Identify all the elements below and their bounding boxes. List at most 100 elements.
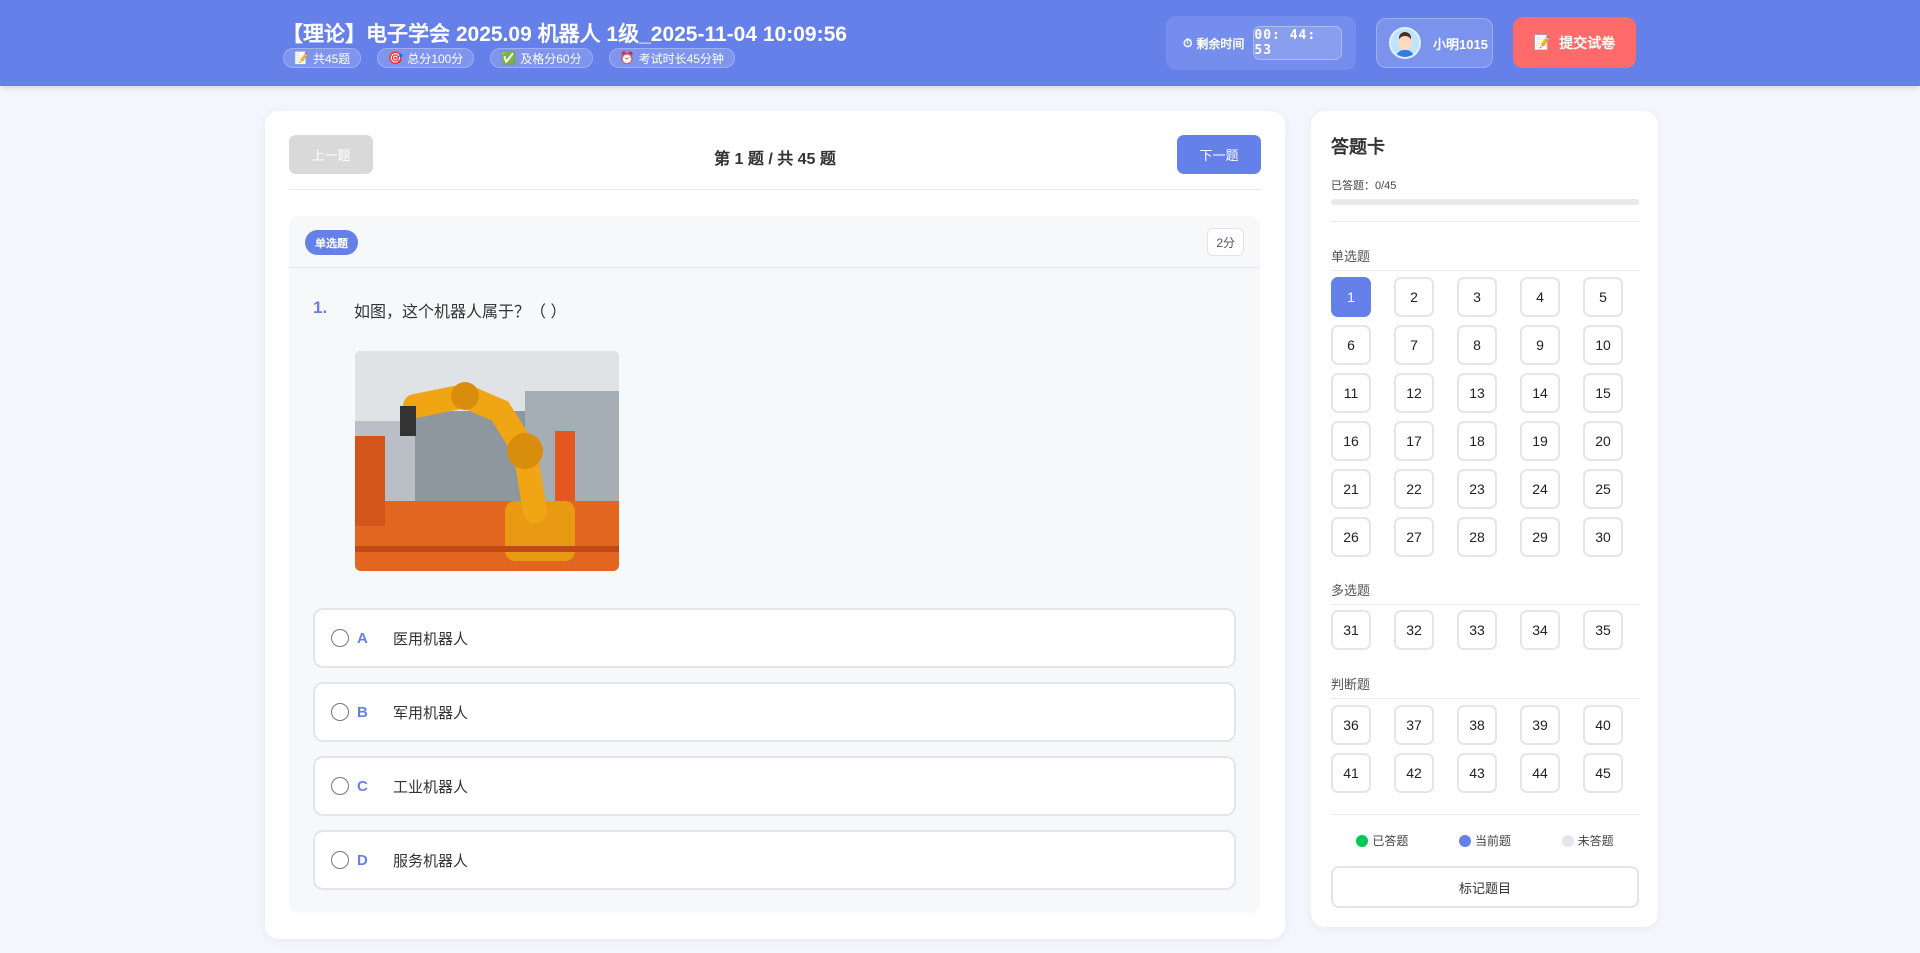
target-icon: 🎯 — [388, 51, 404, 65]
question-nav-22[interactable]: 22 — [1394, 469, 1434, 509]
option-d[interactable]: D 服务机器人 — [313, 830, 1236, 890]
option-c[interactable]: C 工业机器人 — [313, 756, 1236, 816]
divider — [1331, 814, 1639, 815]
legend-item: 已答题 — [1356, 832, 1408, 849]
check-icon: ✅ — [501, 51, 517, 65]
question-nav-45[interactable]: 45 — [1583, 753, 1623, 793]
progress-bar — [1331, 199, 1639, 205]
legend: 已答题 当前题 未答题 — [1331, 832, 1639, 849]
question-nav-42[interactable]: 42 — [1394, 753, 1434, 793]
question-nav-4[interactable]: 4 — [1520, 277, 1560, 317]
question-nav-3[interactable]: 3 — [1457, 277, 1497, 317]
question-nav-6[interactable]: 6 — [1331, 325, 1371, 365]
question-nav-19[interactable]: 19 — [1520, 421, 1560, 461]
section-multi-choice: 多选题 — [1331, 580, 1639, 605]
question-nav-1[interactable]: 1 — [1331, 277, 1371, 317]
submit-exam-button[interactable]: 📝 提交试卷 — [1513, 17, 1636, 68]
question-nav-14[interactable]: 14 — [1520, 373, 1560, 413]
question-nav-38[interactable]: 38 — [1457, 705, 1497, 745]
radio-d[interactable] — [331, 851, 349, 869]
question-nav-20[interactable]: 20 — [1583, 421, 1623, 461]
stopwatch-icon: ⏱ — [1183, 35, 1193, 50]
legend-dot-icon — [1356, 835, 1369, 847]
question-nav-13[interactable]: 13 — [1457, 373, 1497, 413]
tag-question-count: 📝 共45题 — [283, 48, 362, 68]
question-type-badge: 单选题 — [305, 230, 358, 255]
question-nav-28[interactable]: 28 — [1457, 517, 1497, 557]
question-text: 如图，这个机器人属于？（ ） — [354, 304, 567, 321]
question-card: 上一题 第 1 题 / 共 45 题 下一题 单选题 2分 1. 如图，这个机器… — [265, 111, 1285, 939]
question-nav-36[interactable]: 36 — [1331, 705, 1371, 745]
timer: ⏱ 剩余时间 00: 44: 53 — [1166, 16, 1356, 70]
exam-title: 【理论】电子学会 2025.09 机器人 1级_2025-11-04 10:09… — [282, 23, 847, 46]
question-nav-44[interactable]: 44 — [1520, 753, 1560, 793]
user-name: 小明1015 — [1433, 36, 1488, 52]
question-panel: 单选题 2分 1. 如图，这个机器人属于？（ ） A 医用机器人 B 军用机器人… — [289, 216, 1260, 913]
avatar — [1389, 27, 1421, 59]
divider — [1331, 221, 1639, 222]
mark-question-button[interactable]: 标记题目 — [1331, 866, 1639, 908]
question-nav-15[interactable]: 15 — [1583, 373, 1623, 413]
tag-pass-score: ✅ 及格分60分 — [490, 48, 593, 68]
grid-single-choice: 1 2 3 4 5 6 7 8 9 10 11 12 13 14 15 16 17 18 19 20 21 22 23 24 2… — [1331, 277, 1623, 557]
question-nav-2[interactable]: 2 — [1394, 277, 1434, 317]
radio-b[interactable] — [331, 703, 349, 721]
question-nav-43[interactable]: 43 — [1457, 753, 1497, 793]
progress-text: 已答题：0/45 — [1331, 180, 1397, 192]
answer-card: 答题卡 已答题：0/45 单选题 1 2 3 4 5 6 7 8 9 10 11 12 13 14 15 16… — [1311, 111, 1658, 927]
radio-c[interactable] — [331, 777, 349, 795]
user-info[interactable]: 小明1015 — [1376, 18, 1493, 68]
question-nav-10[interactable]: 10 — [1583, 325, 1623, 365]
question-nav-34[interactable]: 34 — [1520, 610, 1560, 650]
question-nav-21[interactable]: 21 — [1331, 469, 1371, 509]
legend-dot-icon — [1458, 835, 1471, 847]
question-nav-37[interactable]: 37 — [1394, 705, 1434, 745]
question-nav-39[interactable]: 39 — [1520, 705, 1560, 745]
question-nav-25[interactable]: 25 — [1583, 469, 1623, 509]
question-nav-17[interactable]: 17 — [1394, 421, 1434, 461]
question-nav-7[interactable]: 7 — [1394, 325, 1434, 365]
divider — [289, 189, 1261, 190]
legend-label: 已答题 — [1372, 834, 1409, 848]
radio-a[interactable] — [331, 629, 349, 647]
question-nav-26[interactable]: 26 — [1331, 517, 1371, 557]
question-nav-18[interactable]: 18 — [1457, 421, 1497, 461]
section-true-false: 判断题 — [1331, 674, 1639, 699]
question-nav-11[interactable]: 11 — [1331, 373, 1371, 413]
question-number: 1. — [313, 298, 328, 317]
question-nav-33[interactable]: 33 — [1457, 610, 1497, 650]
memo-icon: 📝 — [294, 51, 309, 65]
tag-duration: ⏰ 考试时长45分钟 — [608, 48, 735, 68]
legend-item: 当前题 — [1458, 832, 1511, 849]
memo-icon: 📝 — [1533, 34, 1552, 50]
question-nav-9[interactable]: 9 — [1520, 325, 1560, 365]
question-nav-8[interactable]: 8 — [1457, 325, 1497, 365]
question-nav-35[interactable]: 35 — [1583, 610, 1623, 650]
option-b[interactable]: B 军用机器人 — [313, 682, 1236, 742]
question-nav-41[interactable]: 41 — [1331, 753, 1371, 793]
robot-arm-image — [355, 351, 619, 571]
timer-label: 剩余时间 — [1196, 36, 1245, 51]
question-counter: 第 1 题 / 共 45 题 — [714, 151, 836, 168]
question-nav-5[interactable]: 5 — [1583, 277, 1623, 317]
legend-label: 未答题 — [1577, 834, 1614, 848]
question-nav-30[interactable]: 30 — [1583, 517, 1623, 557]
question-nav-40[interactable]: 40 — [1583, 705, 1623, 745]
question-nav-12[interactable]: 12 — [1394, 373, 1434, 413]
next-question-button[interactable]: 下一题 — [1177, 135, 1261, 174]
section-single-choice: 单选题 — [1331, 246, 1639, 271]
legend-dot-icon — [1561, 835, 1574, 847]
question-nav-31[interactable]: 31 — [1331, 610, 1371, 650]
question-nav-29[interactable]: 29 — [1520, 517, 1560, 557]
answer-card-title: 答题卡 — [1331, 137, 1385, 157]
question-nav-23[interactable]: 23 — [1457, 469, 1497, 509]
header: 【理论】电子学会 2025.09 机器人 1级_2025-11-04 10:09… — [0, 0, 1920, 86]
question-nav-27[interactable]: 27 — [1394, 517, 1434, 557]
score-badge: 2分 — [1207, 228, 1244, 256]
question-nav-24[interactable]: 24 — [1520, 469, 1560, 509]
timer-value: 00: 44: 53 — [1253, 26, 1343, 60]
question-nav-16[interactable]: 16 — [1331, 421, 1371, 461]
option-a[interactable]: A 医用机器人 — [313, 608, 1236, 668]
legend-label: 当前题 — [1474, 834, 1511, 848]
question-nav-32[interactable]: 32 — [1394, 610, 1434, 650]
